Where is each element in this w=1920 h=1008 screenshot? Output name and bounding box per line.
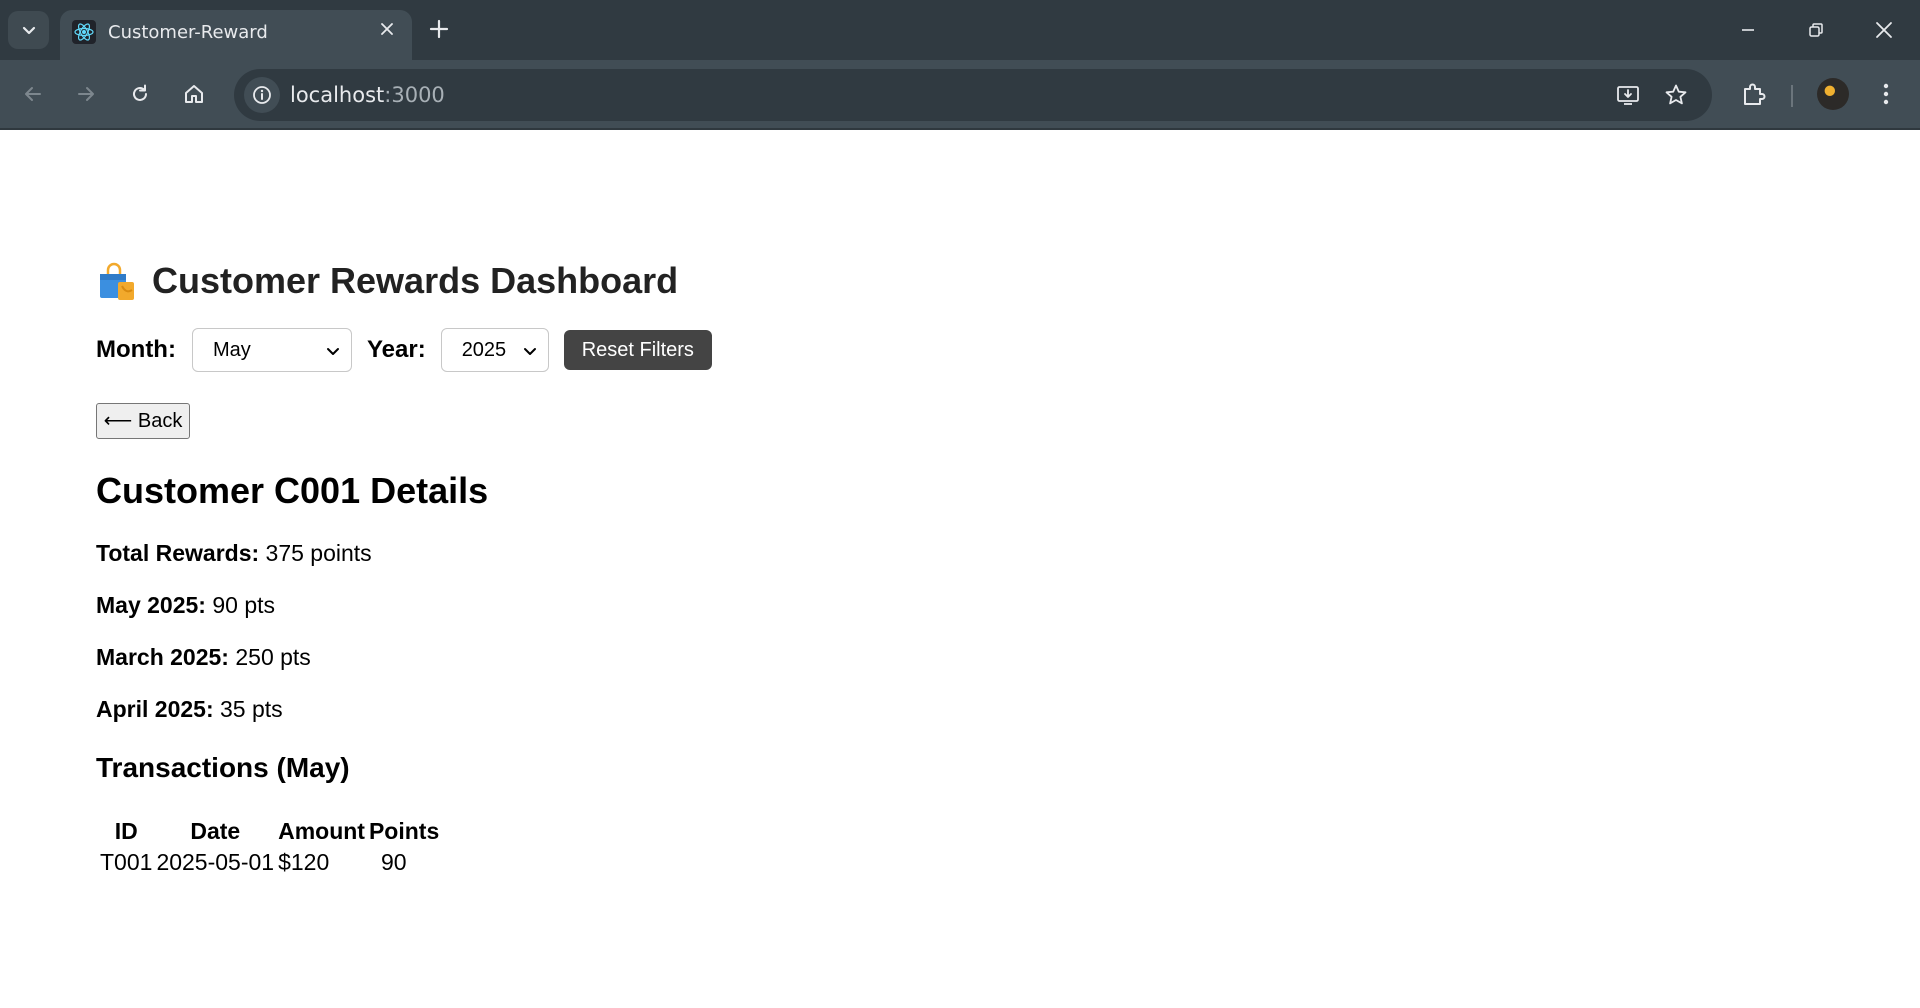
reset-filters-button[interactable]: Reset Filters <box>563 330 712 370</box>
stat-label: May 2025: <box>96 592 206 618</box>
close-window-button[interactable] <box>1864 14 1904 46</box>
browser-menu-button[interactable] <box>1868 76 1904 112</box>
chevron-down-icon <box>22 26 35 35</box>
table-cell: $120 <box>278 849 330 875</box>
active-tab[interactable]: Customer-Reward <box>60 10 412 60</box>
transactions-table: ID Date Amount Points T001 2025-05-01 $1… <box>96 814 443 880</box>
home-button[interactable] <box>176 76 212 112</box>
stat-value: 250 pts <box>235 644 311 670</box>
restore-icon <box>1809 23 1823 37</box>
plus-icon <box>429 19 449 39</box>
close-icon <box>381 23 393 35</box>
profile-avatar[interactable] <box>1817 78 1849 110</box>
more-vertical-icon <box>1883 83 1889 105</box>
shopping-bag-icon <box>100 262 134 300</box>
tab-close-button[interactable] <box>376 20 398 42</box>
address-bar[interactable]: localhost:3000 <box>234 69 1712 121</box>
table-row: T001 2025-05-01 $120 90 <box>100 849 439 876</box>
month-select[interactable]: May <box>191 328 352 372</box>
customer-details-title: Customer C001 Details <box>96 470 489 511</box>
table-cell: 90 <box>380 849 407 875</box>
year-select-value: 2025 <box>461 339 507 361</box>
browser-toolbar: localhost:3000 <box>0 60 1920 130</box>
minimize-button[interactable] <box>1728 14 1768 46</box>
column-header: Amount <box>278 818 365 844</box>
year-select[interactable]: 2025 <box>440 328 549 372</box>
chevron-down-icon <box>523 348 536 355</box>
new-tab-button[interactable] <box>424 14 454 44</box>
stat-value: 375 points <box>265 540 372 566</box>
table-header-row: ID Date Amount Points <box>100 818 440 845</box>
stat-label: Total Rewards: <box>96 540 260 566</box>
close-icon <box>1876 22 1892 38</box>
tab-title: Customer-Reward <box>108 22 268 43</box>
install-icon <box>1617 86 1639 105</box>
home-icon <box>185 85 203 103</box>
puzzle-icon <box>1744 83 1766 105</box>
page-content: Customer Rewards Dashboard Month: May Ye… <box>0 132 1920 1008</box>
column-header: ID <box>114 818 138 844</box>
forward-nav-button[interactable] <box>68 76 104 112</box>
stat-value: 90 pts <box>212 592 276 618</box>
stat-value: 35 pts <box>220 696 283 722</box>
month-select-value: May <box>212 339 251 361</box>
site-info-button[interactable] <box>244 77 280 113</box>
react-logo-icon <box>72 20 96 44</box>
column-header: Date <box>190 818 241 844</box>
url-port: :3000 <box>384 83 445 107</box>
arrow-left-icon <box>25 87 41 101</box>
minimize-icon <box>1742 29 1754 31</box>
info-icon <box>253 86 271 104</box>
chevron-down-icon <box>326 348 339 355</box>
tab-search-button[interactable] <box>8 11 49 49</box>
table-cell: 2025-05-01 <box>156 849 275 875</box>
year-label: Year: <box>366 336 426 363</box>
bookmark-button[interactable] <box>1658 77 1694 113</box>
url-text: localhost:3000 <box>290 83 445 107</box>
restore-button[interactable] <box>1796 14 1836 46</box>
dashboard-header: Customer Rewards Dashboard <box>96 260 678 302</box>
star-icon <box>1665 84 1687 105</box>
install-app-button[interactable] <box>1610 77 1646 113</box>
stat-total-rewards: Total Rewards: 375 points <box>96 540 372 567</box>
extensions-button[interactable] <box>1736 76 1772 112</box>
filter-bar: Month: May Year: 2025 Reset Filters <box>96 328 712 372</box>
stat-month: May 2025: 90 pts <box>96 592 275 619</box>
stat-month: March 2025: 250 pts <box>96 644 311 671</box>
back-button[interactable]: ⟵ Back <box>96 403 190 439</box>
stat-label: March 2025: <box>96 644 229 670</box>
column-header: Points <box>368 818 440 844</box>
reload-button[interactable] <box>122 76 158 112</box>
browser-tab-bar: Customer-Reward <box>0 0 1920 60</box>
arrow-right-icon <box>78 87 94 101</box>
dashboard-title: Customer Rewards Dashboard <box>152 260 679 301</box>
stat-label: April 2025: <box>96 696 214 722</box>
toolbar-divider <box>1791 85 1793 107</box>
table-cell: T001 <box>100 849 153 875</box>
back-nav-button[interactable] <box>15 76 51 112</box>
stat-month: April 2025: 35 pts <box>96 696 283 723</box>
month-label: Month: <box>96 336 176 363</box>
url-host: localhost <box>290 83 385 107</box>
reload-icon <box>133 84 147 101</box>
transactions-title: Transactions (May) <box>96 752 350 783</box>
